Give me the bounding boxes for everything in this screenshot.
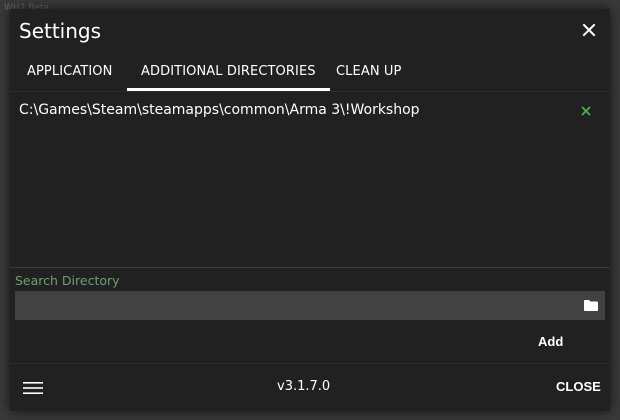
- directory-path: C:\Games\Steam\steamapps\common\Arma 3\!…: [19, 102, 420, 118]
- close-button[interactable]: CLOSE: [556, 379, 601, 394]
- directory-list: C:\Games\Steam\steamapps\common\Arma 3\!…: [10, 92, 610, 268]
- dialog-title: Settings: [19, 19, 102, 43]
- list-divider: [10, 267, 610, 268]
- search-directory-field: [15, 291, 605, 320]
- version-label: v3.1.7.0: [277, 379, 331, 394]
- hamburger-menu-icon[interactable]: [23, 381, 43, 395]
- add-button[interactable]: Add: [538, 334, 563, 349]
- tab-additional-directories[interactable]: ADDITIONAL DIRECTORIES: [127, 61, 330, 91]
- search-directory-label: Search Directory: [15, 273, 120, 288]
- tab-application[interactable]: APPLICATION: [27, 61, 112, 91]
- search-directory-input[interactable]: [15, 291, 575, 320]
- folder-icon[interactable]: [584, 300, 598, 311]
- close-icon[interactable]: [582, 23, 596, 37]
- tab-bar: APPLICATION ADDITIONAL DIRECTORIES CLEAN…: [10, 61, 610, 91]
- dialog-header: Settings: [10, 9, 610, 57]
- remove-icon[interactable]: [581, 106, 591, 116]
- tab-clean-up[interactable]: CLEAN UP: [336, 61, 401, 91]
- settings-dialog: Settings APPLICATION ADDITIONAL DIRECTOR…: [10, 9, 610, 411]
- list-item[interactable]: C:\Games\Steam\steamapps\common\Arma 3\!…: [10, 100, 610, 124]
- footer-divider: [10, 363, 610, 364]
